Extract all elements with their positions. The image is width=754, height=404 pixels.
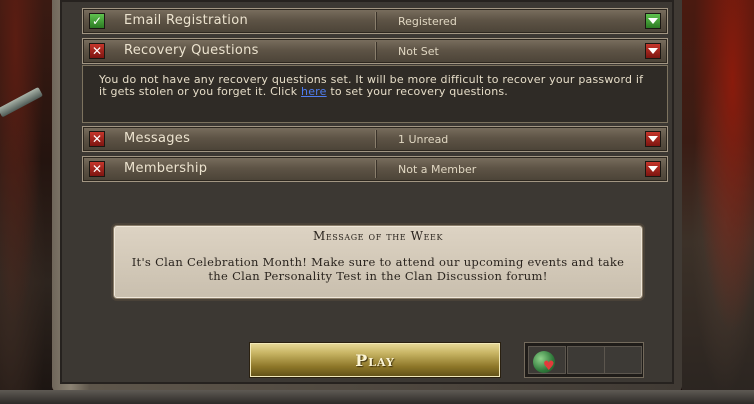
- triangle-down-icon: [648, 48, 658, 54]
- triangle-down-icon: [648, 166, 658, 172]
- empty-slot[interactable]: [567, 346, 605, 374]
- motw-title: Message of the Week: [312, 229, 444, 243]
- expand-toggle-icon[interactable]: [645, 43, 661, 59]
- divider: [375, 42, 376, 60]
- expand-toggle-icon[interactable]: [645, 131, 661, 147]
- cross-icon: ✕: [89, 161, 105, 177]
- recovery-questions-panel: You do not have any recovery questions s…: [82, 65, 668, 123]
- message-of-the-week: Message of the Week It's Clan Celebratio…: [113, 225, 643, 299]
- divider: [375, 130, 376, 148]
- row-label: Recovery Questions: [124, 43, 259, 58]
- triangle-down-icon: [648, 18, 658, 24]
- recovery-here-link[interactable]: here: [301, 85, 327, 98]
- cross-icon: ✕: [89, 43, 105, 59]
- motw-body: It's Clan Celebration Month! Make sure t…: [131, 255, 625, 283]
- row-value: Not Set: [398, 45, 439, 58]
- triangle-down-icon: [648, 136, 658, 142]
- check-icon: ✓: [89, 13, 105, 29]
- row-value: 1 Unread: [398, 133, 449, 146]
- bottom-ledge: [0, 390, 754, 404]
- row-membership[interactable]: ✕ Membership Not a Member: [82, 156, 668, 182]
- expand-toggle-icon[interactable]: [645, 13, 661, 29]
- background-scene-left: [0, 0, 52, 404]
- recovery-text-after: to set your recovery questions.: [326, 85, 508, 98]
- background-scene-right: [682, 0, 754, 404]
- play-button[interactable]: Play: [249, 342, 501, 378]
- row-label: Membership: [124, 161, 208, 176]
- row-messages[interactable]: ✕ Messages 1 Unread: [82, 126, 668, 152]
- empty-slot[interactable]: [604, 346, 642, 374]
- row-label: Email Registration: [124, 13, 248, 28]
- row-value: Not a Member: [398, 163, 477, 176]
- world-select-slot[interactable]: ♥: [528, 346, 566, 374]
- divider: [375, 160, 376, 178]
- expand-toggle-icon[interactable]: [645, 161, 661, 177]
- heart-icon: ♥: [543, 359, 555, 374]
- cross-icon: ✕: [89, 131, 105, 147]
- divider: [375, 12, 376, 30]
- row-label: Messages: [124, 131, 191, 146]
- world-slots: ♥: [524, 342, 644, 378]
- row-value: Registered: [398, 15, 457, 28]
- row-email-registration[interactable]: ✓ Email Registration Registered: [82, 8, 668, 34]
- row-recovery-questions[interactable]: ✕ Recovery Questions Not Set: [82, 38, 668, 64]
